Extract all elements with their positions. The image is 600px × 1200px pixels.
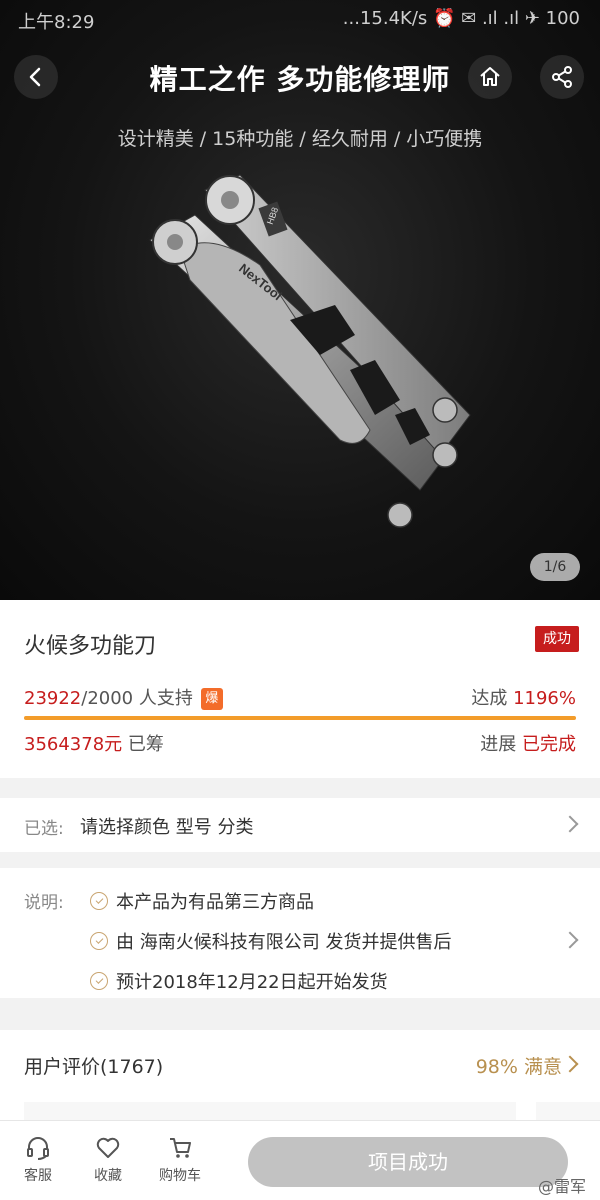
page-subtitle: 设计精美 / 15种功能 / 经久耐用 / 小巧便携 — [117, 128, 483, 150]
chevron-right-icon — [561, 815, 579, 833]
heart-icon — [96, 1137, 120, 1158]
cart-button[interactable]: 购物车 — [150, 1135, 210, 1185]
select-label: 已选: — [24, 819, 64, 839]
progress-status: 进展 已完成 — [480, 730, 576, 756]
rate-label: 达成 — [471, 688, 508, 709]
raised-suffix: 已筹 — [127, 734, 164, 755]
note-text: 由 海南火候科技有限公司 发货并提供售后 — [116, 932, 452, 953]
supporters-goal: /2000 人支持 — [81, 688, 193, 709]
check-icon — [90, 892, 108, 910]
reviews-title[interactable]: 用户评价(1767) — [24, 1052, 163, 1079]
supporters-row: 23922/2000 人支持爆 — [24, 684, 223, 710]
notes-label: 说明: — [24, 893, 64, 913]
bottom-action-bar: 客服 收藏 购物车 项目成功 @雷军 — [0, 1120, 600, 1200]
chevron-right-icon[interactable] — [561, 1055, 579, 1073]
check-icon — [90, 972, 108, 990]
select-value: 请选择颜色 型号 分类 — [80, 817, 254, 838]
status-bar: 上午8:29 ...15.4K/s ⏰ ✉ .ıl .ıl ✈ 100 — [0, 0, 600, 40]
product-name: 火候多功能刀 — [24, 634, 157, 659]
share-button[interactable] — [540, 55, 584, 99]
funding-progress-bar — [24, 716, 576, 720]
product-hero: 上午8:29 ...15.4K/s ⏰ ✉ .ıl .ıl ✈ 100 精工之作… — [0, 0, 600, 600]
note-item: 预计2018年12月22日起开始发货 — [90, 968, 388, 994]
cart-icon — [170, 1138, 191, 1158]
share-icon — [552, 66, 572, 88]
status-time: 上午8:29 — [18, 12, 95, 33]
project-success-button[interactable]: 项目成功 — [248, 1137, 568, 1187]
customer-service-button[interactable]: 客服 — [8, 1135, 68, 1185]
reviews-satisfaction[interactable]: 98% 满意 — [476, 1052, 562, 1079]
notes-card[interactable]: 说明: 本产品为有品第三方商品 由 海南火候科技有限公司 发货并提供售后 预计2… — [0, 868, 600, 998]
image-page-indicator: 1/6 — [530, 553, 580, 581]
home-button[interactable] — [468, 55, 512, 99]
completion-rate: 达成 1196% — [471, 684, 576, 710]
home-icon — [480, 67, 500, 86]
headset-icon — [27, 1137, 49, 1160]
funding-progress-fill — [24, 716, 576, 720]
note-text: 预计2018年12月22日起开始发货 — [116, 972, 388, 993]
favorite-button[interactable]: 收藏 — [78, 1135, 138, 1185]
check-icon — [90, 932, 108, 950]
chevron-right-icon — [561, 931, 579, 949]
raised-row: 3564378元 已筹 — [24, 730, 164, 756]
supporters-count: 23922 — [24, 688, 82, 709]
service-label: 客服 — [24, 1168, 52, 1184]
note-item: 本产品为有品第三方商品 — [90, 888, 314, 914]
rate-value: 1196% — [513, 688, 576, 709]
favorite-label: 收藏 — [94, 1168, 122, 1184]
option-select-row[interactable]: 已选: 请选择颜色 型号 分类 — [0, 798, 600, 852]
progress-value: 已完成 — [522, 734, 576, 755]
watermark: @雷军 — [537, 1177, 586, 1196]
note-item: 由 海南火候科技有限公司 发货并提供售后 — [90, 928, 451, 954]
hot-badge: 爆 — [200, 688, 223, 710]
product-info-card: 火候多功能刀 23922/2000 人支持爆 达成 1196% 3564378元… — [0, 600, 600, 778]
progress-label: 进展 — [480, 734, 517, 755]
cart-label: 购物车 — [159, 1168, 201, 1184]
status-indicators: ...15.4K/s ⏰ ✉ .ıl .ıl ✈ 100 — [342, 8, 580, 29]
raised-amount: 3564378元 — [24, 734, 123, 755]
status-badge: 成功 — [535, 626, 579, 652]
product-image[interactable]: NexTool HB8 — [120, 170, 480, 550]
note-text: 本产品为有品第三方商品 — [116, 892, 314, 913]
